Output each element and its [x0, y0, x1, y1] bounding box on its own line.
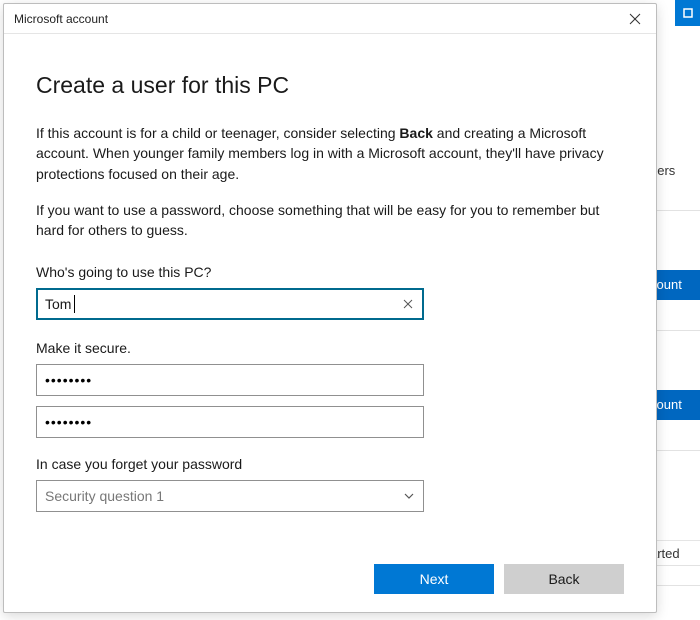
password-input[interactable]	[36, 364, 424, 396]
background-maximize-button[interactable]	[675, 0, 700, 26]
security-question-select[interactable]: Security question 1	[36, 480, 424, 512]
forgot-password-label: In case you forget your password	[36, 456, 624, 472]
intro-paragraph-1: If this account is for a child or teenag…	[36, 123, 624, 184]
close-icon	[402, 298, 414, 310]
back-button[interactable]: Back	[504, 564, 624, 594]
intro-paragraph-2: If you want to use a password, choose so…	[36, 200, 624, 241]
password-field-wrap	[36, 364, 424, 396]
maximize-icon	[683, 8, 693, 18]
username-field-wrap	[36, 288, 424, 320]
dialog-close-button[interactable]	[618, 6, 652, 32]
password-label: Make it secure.	[36, 340, 624, 356]
close-icon	[629, 13, 641, 25]
page-heading: Create a user for this PC	[36, 72, 624, 99]
para1-prefix: If this account is for a child or teenag…	[36, 125, 399, 141]
confirm-password-input[interactable]	[36, 406, 424, 438]
security-question-placeholder: Security question 1	[45, 488, 164, 504]
dialog-footer: Next Back	[36, 544, 624, 594]
next-button[interactable]: Next	[374, 564, 494, 594]
text-caret	[74, 295, 75, 313]
username-label: Who's going to use this PC?	[36, 264, 624, 280]
para1-bold: Back	[399, 125, 432, 141]
confirm-password-field-wrap	[36, 406, 424, 438]
dialog-title: Microsoft account	[14, 12, 108, 26]
create-user-dialog: Microsoft account Create a user for this…	[3, 3, 657, 613]
username-clear-button[interactable]	[396, 292, 420, 316]
chevron-down-icon	[403, 492, 415, 500]
dialog-content: Create a user for this PC If this accoun…	[4, 34, 656, 612]
dialog-titlebar: Microsoft account	[4, 4, 656, 34]
username-input[interactable]	[36, 288, 424, 320]
